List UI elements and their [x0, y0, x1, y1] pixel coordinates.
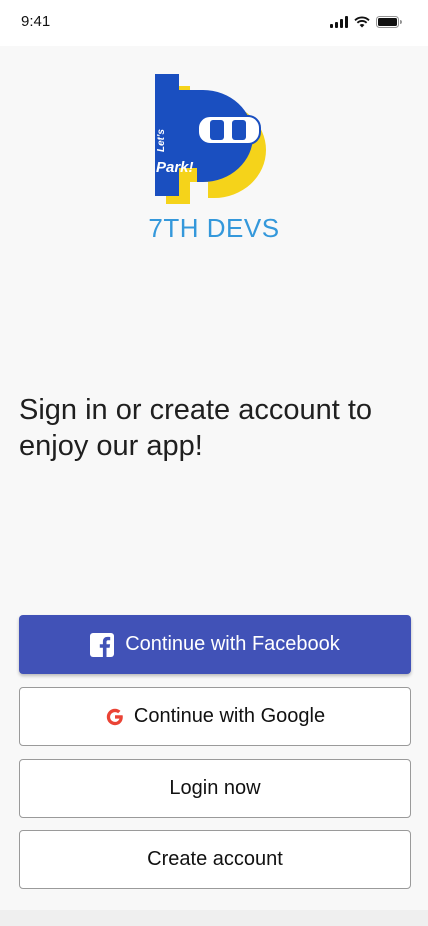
status-icons — [330, 15, 402, 29]
google-button-label: Continue with Google — [133, 705, 326, 727]
login-now-button[interactable]: Login now — [19, 759, 411, 818]
bottom-bar — [0, 910, 428, 926]
facebook-button-label: Continue with Facebook — [125, 633, 340, 655]
car-icon — [197, 115, 261, 145]
status-bar: 9:41 — [0, 0, 428, 46]
facebook-icon — [90, 632, 115, 657]
battery-icon — [376, 16, 402, 28]
create-account-button[interactable]: Create account — [19, 830, 411, 889]
status-time: 9:41 — [21, 13, 51, 30]
tagline: Sign in or create account to enjoy our a… — [19, 394, 373, 462]
logo-park-text: Park! — [156, 159, 194, 176]
wifi-icon — [354, 16, 370, 28]
google-icon — [106, 708, 123, 725]
brand-name: 7TH DEVS — [148, 213, 280, 243]
cellular-signal-icon — [330, 16, 348, 28]
continue-with-google-button[interactable]: Continue with Google — [19, 687, 411, 746]
create-account-button-label: Create account — [147, 848, 283, 870]
logo-lets-text: Let's — [156, 129, 167, 152]
continue-with-facebook-button[interactable]: Continue with Facebook — [19, 615, 411, 674]
lets-park-logo: Let's Park! — [155, 74, 266, 204]
login-button-label: Login now — [169, 777, 261, 799]
